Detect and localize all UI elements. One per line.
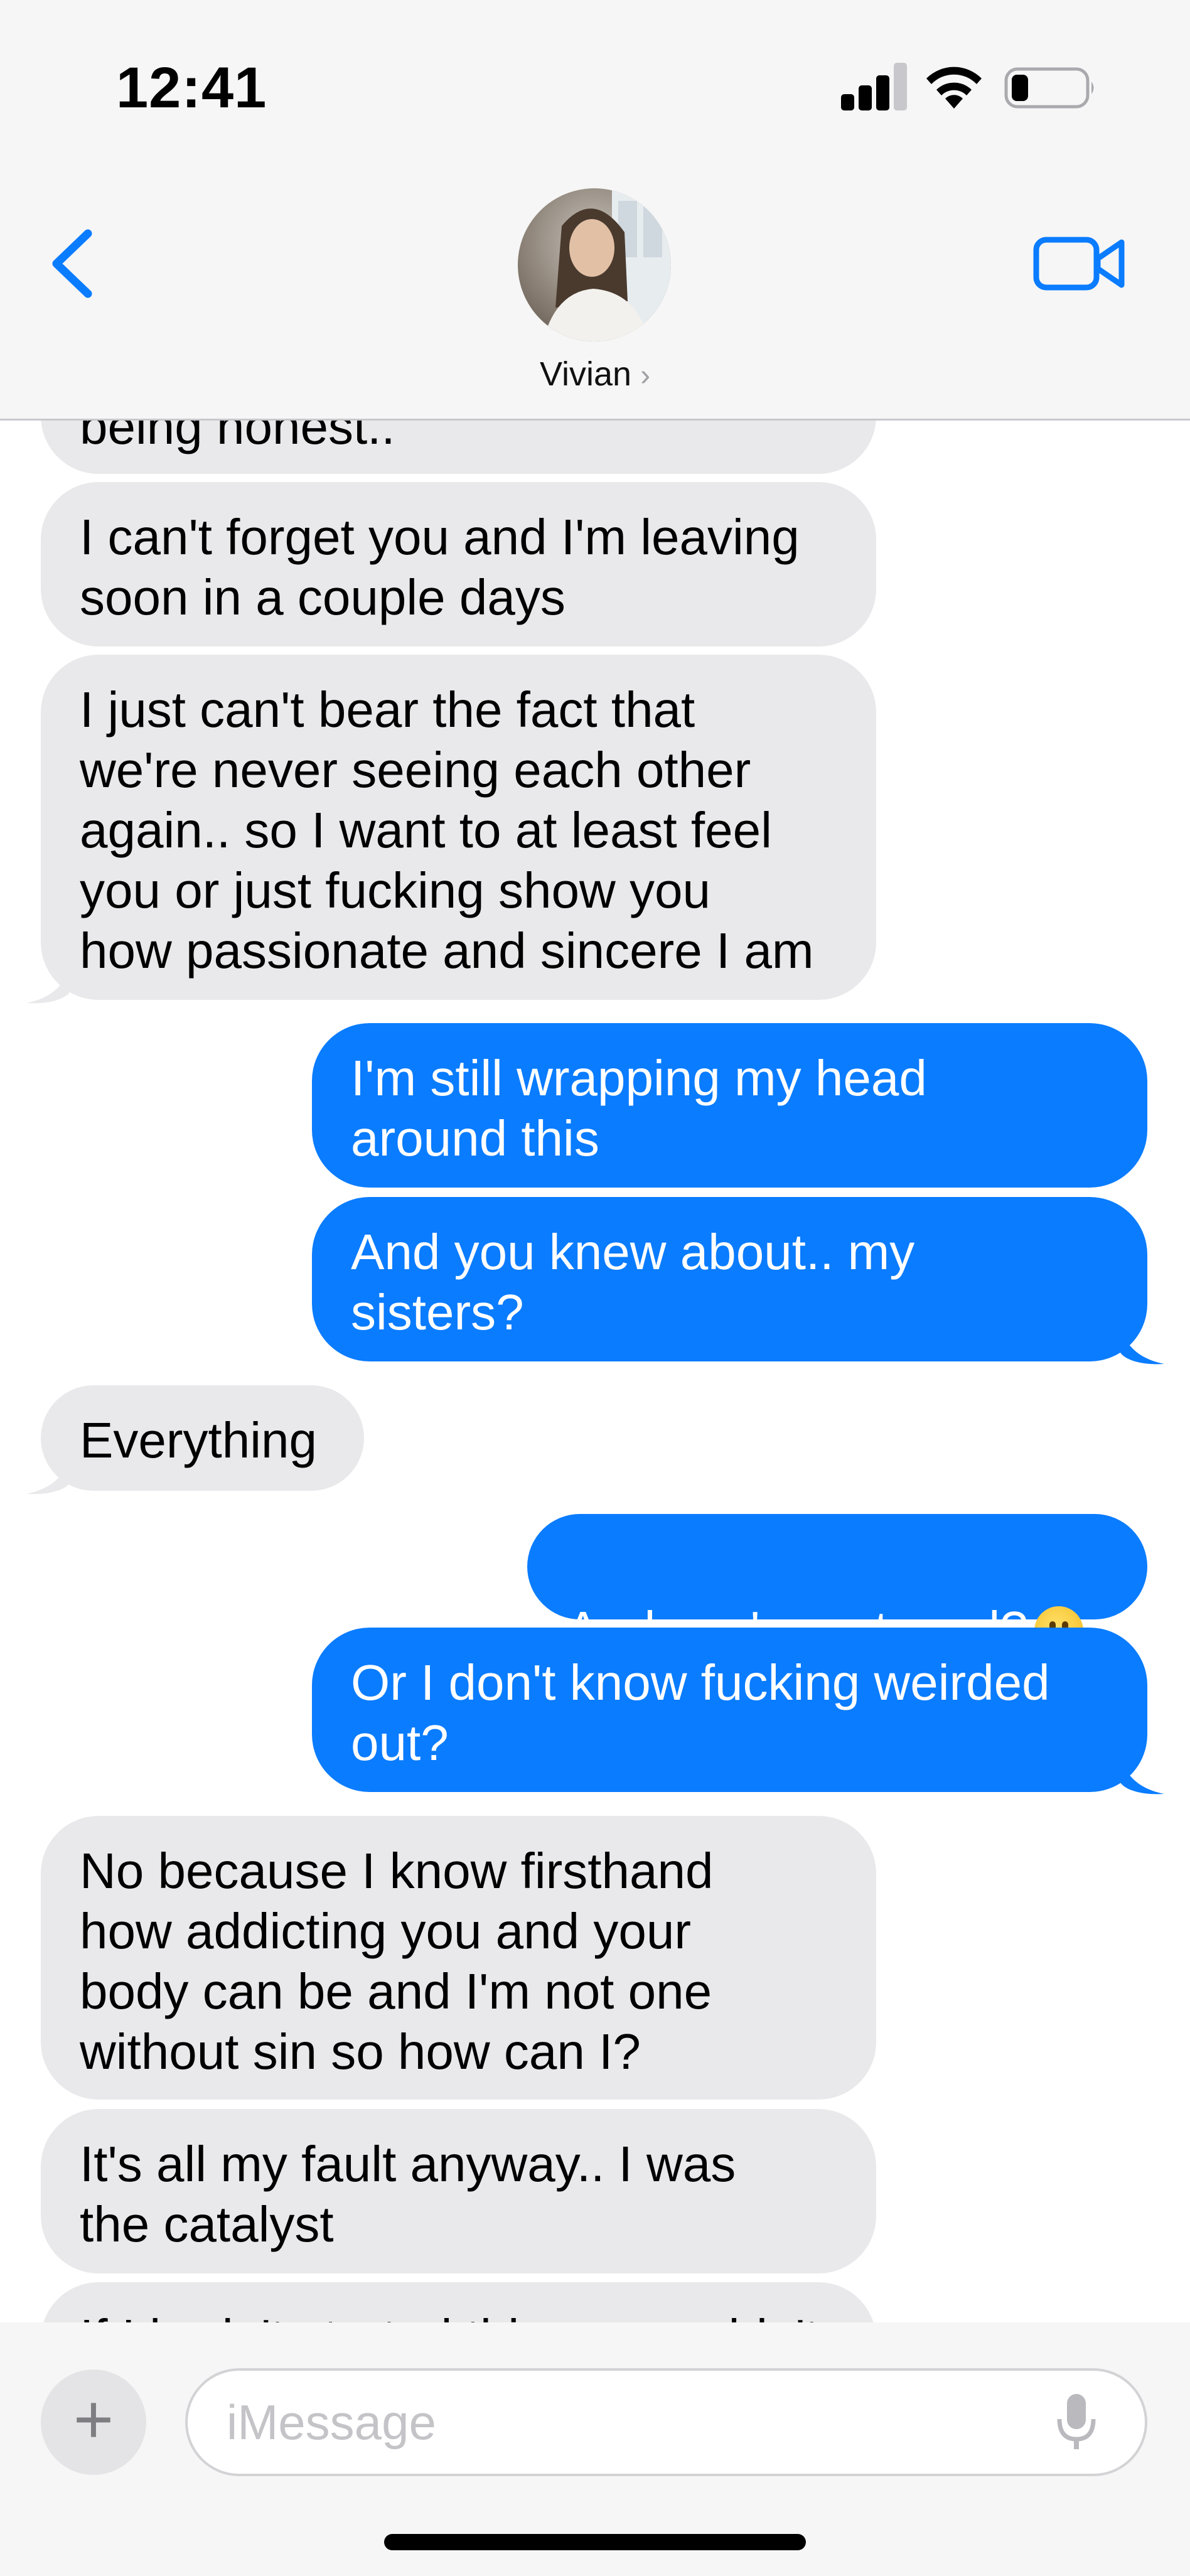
message-bubble-sent[interactable]: Or I don't know fucking weirded out? (312, 1628, 1147, 1792)
message-bubble-received[interactable]: No because I know firsthand how addictin… (41, 1816, 876, 2100)
contact-name: Vivian (539, 355, 632, 393)
back-chevron-icon[interactable] (44, 226, 100, 301)
message-bubble-sent[interactable]: And you're not mad? (527, 1514, 1147, 1657)
bubble-tail (26, 1457, 70, 1495)
home-indicator[interactable] (384, 2534, 806, 2550)
message-bubble-received[interactable]: Everything (41, 1385, 364, 1491)
bubble-tail (1120, 1328, 1164, 1365)
conversation-header: Vivian › (0, 157, 1190, 421)
message-bubble-received[interactable]: I just can't bear the fact that we're ne… (41, 655, 876, 1000)
message-bubble-sent[interactable]: I'm still wrapping my head around this (312, 1023, 1147, 1188)
status-time: 12:41 (116, 56, 267, 120)
imessage-input[interactable] (185, 2368, 1147, 2476)
status-bar: 12:41 (0, 0, 1190, 157)
chevron-right-icon: › (640, 359, 651, 392)
bubble-tail (26, 967, 70, 1004)
message-bubble-received[interactable]: If I hadn't started this we wouldn't (41, 2282, 876, 2322)
wifi-icon (926, 67, 982, 109)
contact-avatar[interactable] (518, 188, 671, 341)
message-bubble-received[interactable]: It's all my fault anyway.. I was the cat… (41, 2109, 876, 2273)
microphone-icon[interactable] (1054, 2391, 1098, 2454)
battery-icon (1004, 67, 1094, 109)
cellular-signal-icon (841, 63, 907, 110)
contact-name-button[interactable]: Vivian › (0, 355, 1190, 394)
compose-bar: + (0, 2322, 1190, 2576)
video-call-icon[interactable] (1032, 232, 1127, 295)
message-bubble-sent[interactable]: And you knew about.. my sisters? (312, 1197, 1147, 1361)
avatar-photo (543, 188, 671, 341)
add-attachment-button[interactable]: + (41, 2369, 146, 2475)
message-bubble-received[interactable]: I can't forget you and I'm leaving soon … (41, 482, 876, 647)
bubble-tail (1120, 1758, 1164, 1795)
